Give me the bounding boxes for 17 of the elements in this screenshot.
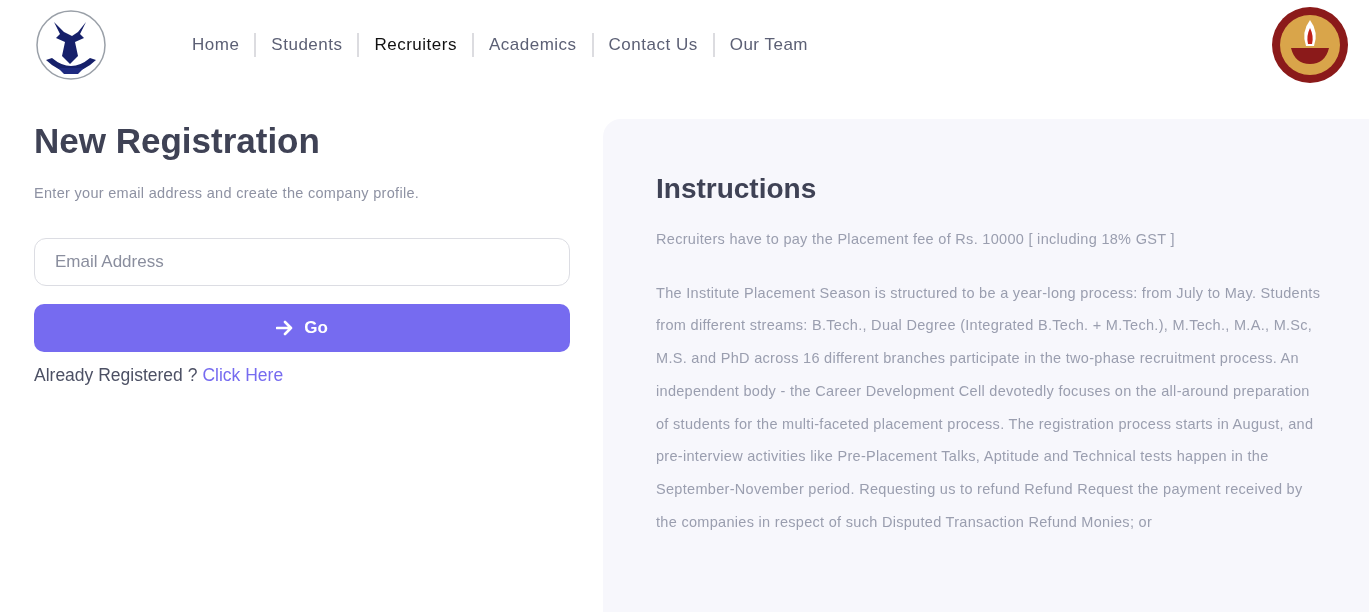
instructions-paragraph: The Institute Placement Season is structured to be a year-long process: from July to May. Students from different streams: B.Tech., Dual Degree (Integrated B.Tech. + M.Tech.), M.Tech., M.A., M.Sc, M.S. and PhD across 16 different branches participate in the two-phase recruitment process. An independent body - the Career Development Cell devotedly focuses on the all-around preparation of students for the multi-faceted placement process. The registration process starts in August, and pre-interview activities like Pre-Placement Talks, Aptitude and Technical tests happen in the September-November period. Requesting us to refund Refund Request the payment received by the companies in respect of such Disputed Transaction Refund Monies; or — [656, 283, 1322, 532]
nav-link[interactable]: Home — [192, 32, 240, 58]
nav-link[interactable]: Recruiters — [374, 32, 457, 58]
lamp-emblem-logo[interactable] — [1271, 6, 1349, 84]
already-registered-text: Already Registered ? — [34, 363, 198, 387]
page-title: New Registration — [34, 120, 320, 162]
instructions-title: Instructions — [656, 172, 818, 206]
fee-note: Recruiters have to pay the Placement fee of Rs. 10000 [ including 18% GST ] — [656, 230, 1176, 249]
go-button[interactable]: Go — [34, 303, 570, 352]
subtitle: Enter your email address and create the company profile. — [34, 184, 420, 203]
nav-link[interactable]: Academics — [488, 32, 577, 58]
nav-link[interactable]: Our Team — [729, 32, 808, 58]
nav-link[interactable]: Students — [271, 32, 343, 58]
click-here-link[interactable]: Click Here — [202, 361, 284, 388]
email-field[interactable]: Email Address — [34, 237, 570, 286]
nav-link[interactable]: Contact Us — [608, 32, 698, 58]
arrow-right-icon — [276, 319, 295, 336]
